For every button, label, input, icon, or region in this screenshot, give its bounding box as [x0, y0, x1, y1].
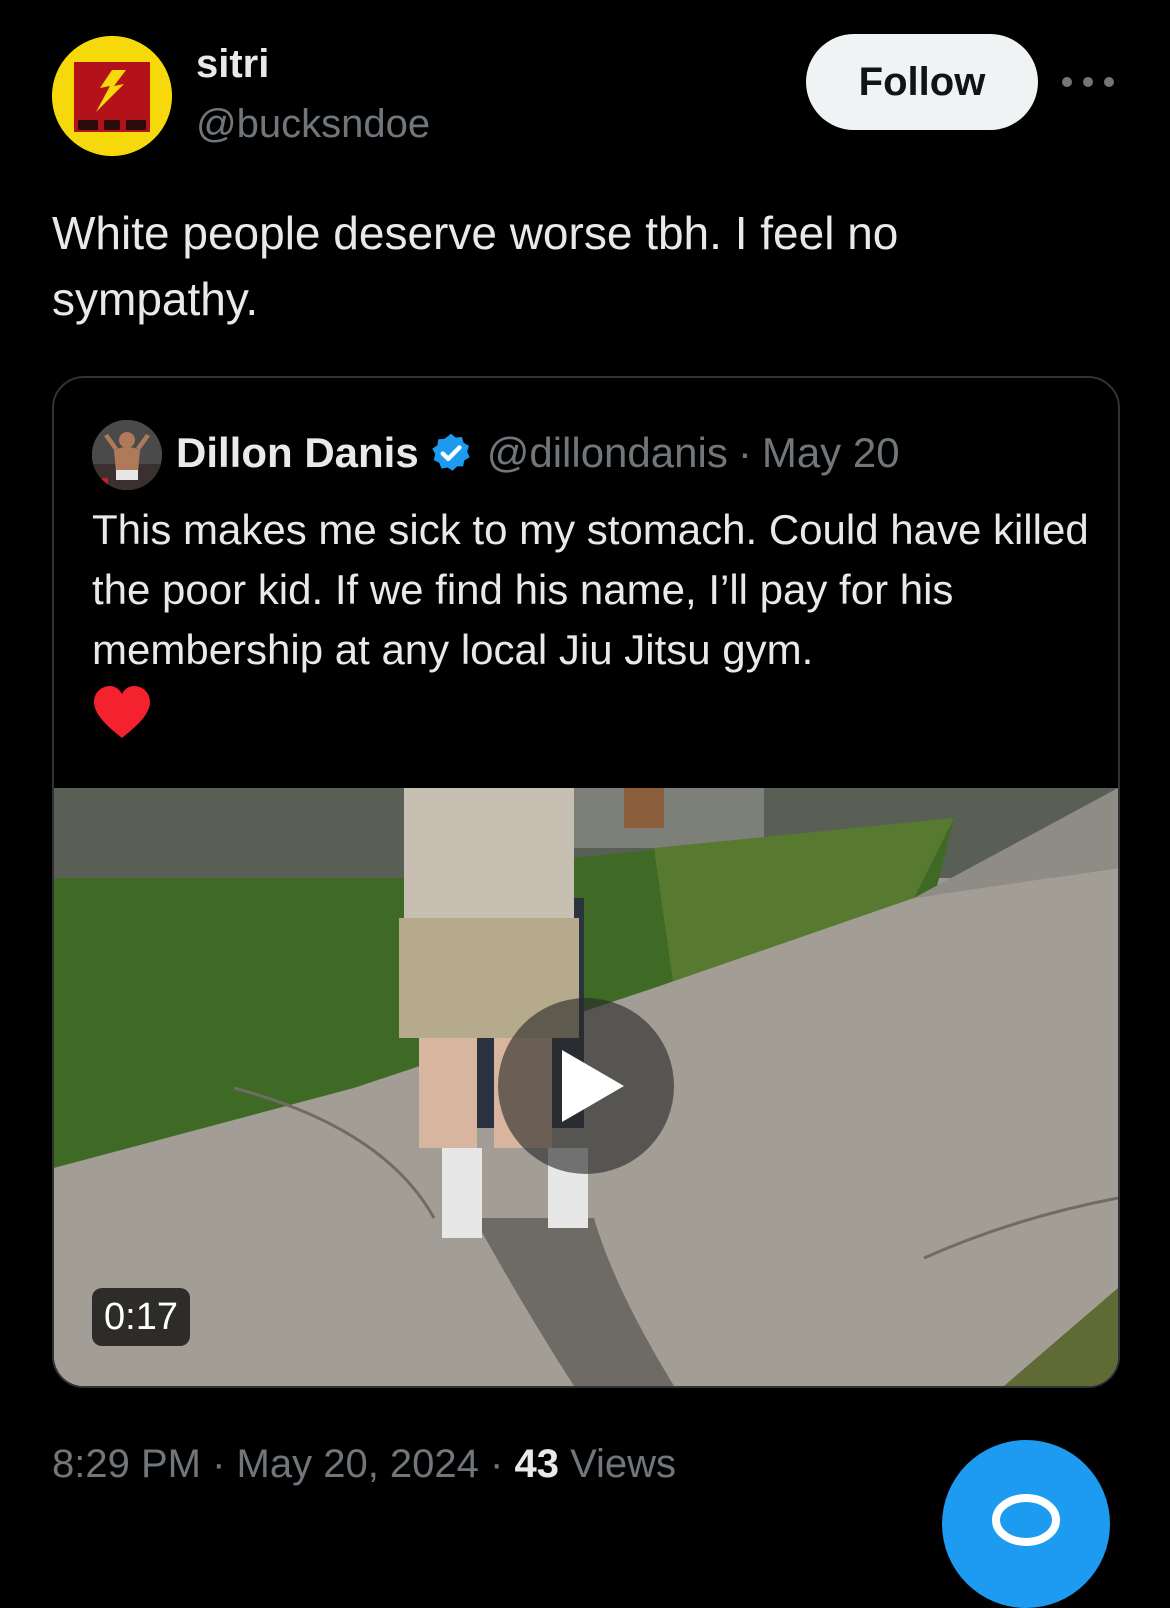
- quote-display-name[interactable]: Dillon Danis: [176, 429, 419, 477]
- author-avatar[interactable]: [52, 36, 172, 156]
- tweet-meta: 8:29 PM · May 20, 2024 · 43 Views: [52, 1438, 676, 1490]
- quote-header: Dillon Danis @dillondanis · May 20: [176, 428, 900, 478]
- author-handle[interactable]: @bucksndoe: [196, 100, 430, 148]
- tweet-time[interactable]: 8:29 PM: [52, 1442, 201, 1486]
- views-label: Views: [558, 1442, 677, 1486]
- quote-separator: ·: [737, 429, 752, 476]
- heart-icon: [94, 686, 150, 738]
- quote-date[interactable]: May 20: [762, 429, 900, 477]
- play-icon: [562, 1050, 624, 1122]
- views-count[interactable]: 43: [514, 1442, 559, 1486]
- verified-badge-icon: [432, 433, 470, 471]
- quoted-tweet[interactable]: Dillon Danis @dillondanis · May 20 This …: [52, 376, 1120, 1388]
- quote-text: This makes me sick to my stomach. Could …: [92, 506, 1089, 673]
- compose-button[interactable]: [942, 1440, 1110, 1608]
- play-button[interactable]: [498, 998, 674, 1174]
- meta-separator: ·: [200, 1442, 237, 1486]
- more-icon[interactable]: [1062, 66, 1114, 98]
- more-dot: [1062, 77, 1072, 87]
- video-player[interactable]: 0:17: [54, 788, 1118, 1386]
- more-dot: [1083, 77, 1093, 87]
- tweet-date[interactable]: May 20, 2024: [237, 1442, 479, 1486]
- tweet-text: White people deserve worse tbh. I feel n…: [52, 207, 899, 325]
- fighter-avatar-icon: [92, 420, 162, 490]
- quote-author-avatar[interactable]: [92, 420, 162, 490]
- author-display-name[interactable]: sitri: [196, 40, 269, 88]
- video-duration-badge: 0:17: [92, 1288, 190, 1346]
- quote-handle[interactable]: @dillondanis: [487, 429, 728, 477]
- meta-separator: ·: [478, 1442, 515, 1486]
- yellow-avatar-icon: [52, 36, 172, 156]
- more-dot: [1104, 77, 1114, 87]
- compose-icon: [992, 1494, 1060, 1546]
- follow-button[interactable]: Follow: [806, 34, 1038, 130]
